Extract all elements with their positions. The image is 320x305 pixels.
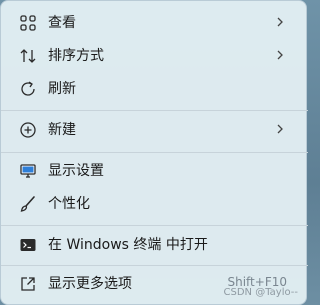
terminal-icon	[20, 239, 36, 251]
grid-icon	[20, 15, 36, 31]
watermark: CSDN @Taylo--	[223, 287, 299, 298]
menu-item-label: 在 Windows 终端 中打开	[48, 237, 208, 253]
display-icon	[20, 164, 36, 178]
menu-item-label: 显示设置	[48, 163, 104, 179]
chevron-right-icon	[277, 124, 283, 134]
brush-icon	[20, 196, 35, 212]
menu-item-sort-by[interactable]: 排序方式	[7, 39, 299, 71]
menu-item-label: 刷新	[48, 81, 76, 97]
menu-item-label: 排序方式	[48, 48, 104, 64]
menu-item-label: 个性化	[48, 196, 90, 212]
menu-item-refresh[interactable]: 刷新	[7, 72, 299, 104]
sort-icon	[20, 49, 36, 63]
menu-separator	[1, 225, 308, 226]
chevron-right-icon	[277, 50, 283, 60]
menu-item-label: 显示更多选项	[48, 276, 132, 292]
add-circle-icon	[20, 122, 36, 138]
menu-separator	[1, 110, 308, 111]
menu-item-display-settings[interactable]: 显示设置	[7, 154, 299, 186]
refresh-icon	[21, 81, 35, 96]
menu-item-view[interactable]: 查看	[7, 6, 299, 38]
chevron-right-icon	[277, 17, 283, 27]
menu-item-label: 查看	[48, 15, 76, 31]
menu-separator	[1, 265, 308, 266]
share-icon	[21, 277, 35, 291]
context-menu: 查看 排序方式 刷新 新建 显示设置 个性化 在 Windows 终端 中打开 …	[0, 0, 308, 305]
menu-item-open-in-terminal[interactable]: 在 Windows 终端 中打开	[7, 228, 299, 260]
menu-item-label: 新建	[48, 122, 76, 138]
menu-item-new[interactable]: 新建	[7, 113, 299, 145]
menu-item-personalize[interactable]: 个性化	[7, 187, 299, 219]
menu-separator	[1, 152, 308, 153]
